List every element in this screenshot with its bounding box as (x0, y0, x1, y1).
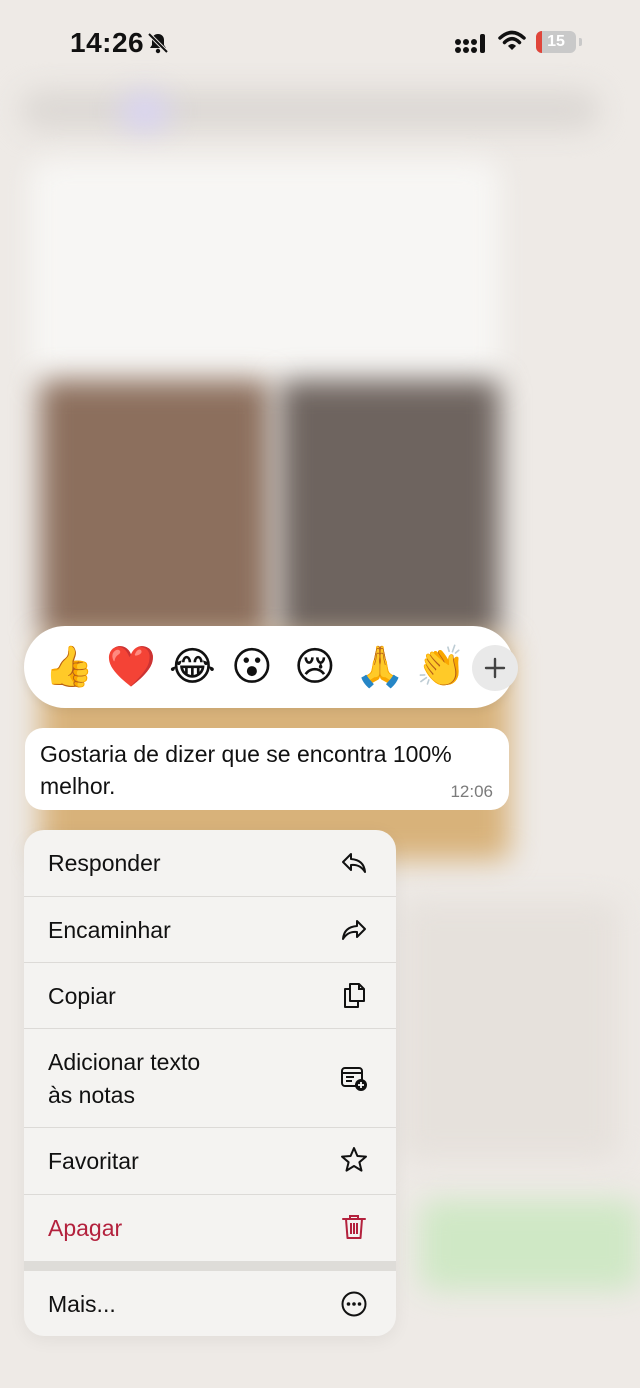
menu-item-label-line2: às notas (48, 1082, 135, 1108)
blurred-message (420, 1200, 640, 1290)
reaction-laughing[interactable]: 😂 (169, 644, 216, 690)
reaction-thumbs-up[interactable]: 👍 (44, 644, 94, 690)
forward-icon (342, 920, 366, 940)
copy-icon (344, 983, 365, 1008)
blurred-header (20, 90, 600, 130)
status-time: 14:26 (70, 27, 145, 58)
menu-group-gap (24, 1261, 396, 1271)
menu-item-favorite[interactable]: Favoritar (24, 1128, 396, 1194)
blurred-image (40, 380, 270, 640)
reaction-bar: 👍 ❤️ 😂 😮 😢 🙏 👏 (24, 626, 518, 708)
message-text: Gostaria de dizer que se encontra 100% m… (40, 741, 452, 799)
blurred-message (30, 160, 500, 380)
more-icon (341, 1291, 367, 1317)
message-time: 12:06 (450, 782, 493, 801)
reaction-surprised[interactable]: 😮 (231, 644, 273, 690)
trash-icon (342, 1215, 366, 1239)
message-bubble[interactable]: Gostaria de dizer que se encontra 100% m… (25, 728, 509, 810)
star-icon (341, 1147, 367, 1172)
menu-item-delete[interactable]: Apagar (24, 1195, 396, 1261)
reply-icon (342, 853, 366, 873)
menu-item-label: Encaminhar (48, 917, 171, 943)
menu-item-label: Apagar (48, 1215, 123, 1241)
menu-item-more[interactable]: Mais... (24, 1271, 396, 1336)
blurred-avatar (120, 92, 170, 132)
battery-cap (579, 38, 582, 46)
reaction-heart[interactable]: ❤️ (106, 644, 156, 690)
wifi-icon (498, 30, 526, 50)
menu-item-label: Mais... (48, 1291, 116, 1317)
battery-icon: 15 (536, 31, 576, 53)
menu-item-reply[interactable]: Responder (24, 830, 396, 896)
add-note-icon (341, 1067, 367, 1091)
reaction-clapping[interactable]: 👏 (416, 644, 466, 690)
reaction-praying[interactable]: 🙏 (355, 644, 405, 690)
menu-item-label: Favoritar (48, 1148, 139, 1174)
blurred-message (400, 900, 620, 1160)
bell-slash-icon (147, 32, 169, 54)
plus-icon (484, 657, 506, 679)
menu-item-copy[interactable]: Copiar (24, 963, 396, 1029)
menu-item-add-to-notes[interactable]: Adicionar texto às notas (24, 1029, 396, 1127)
menu-item-forward[interactable]: Encaminhar (24, 897, 396, 963)
status-bar: 14:26 15 (0, 0, 640, 80)
menu-item-label: Responder (48, 850, 161, 876)
context-menu: Responder Encaminhar Copiar Adicionar te… (24, 830, 396, 1336)
signal-icon (455, 34, 485, 53)
blurred-image (280, 380, 500, 640)
menu-item-label: Copiar (48, 983, 116, 1009)
more-reactions-button[interactable] (472, 645, 518, 691)
battery-level: 15 (547, 33, 565, 50)
menu-item-label-line1: Adicionar texto (48, 1049, 201, 1075)
reaction-crying[interactable]: 😢 (294, 644, 336, 690)
